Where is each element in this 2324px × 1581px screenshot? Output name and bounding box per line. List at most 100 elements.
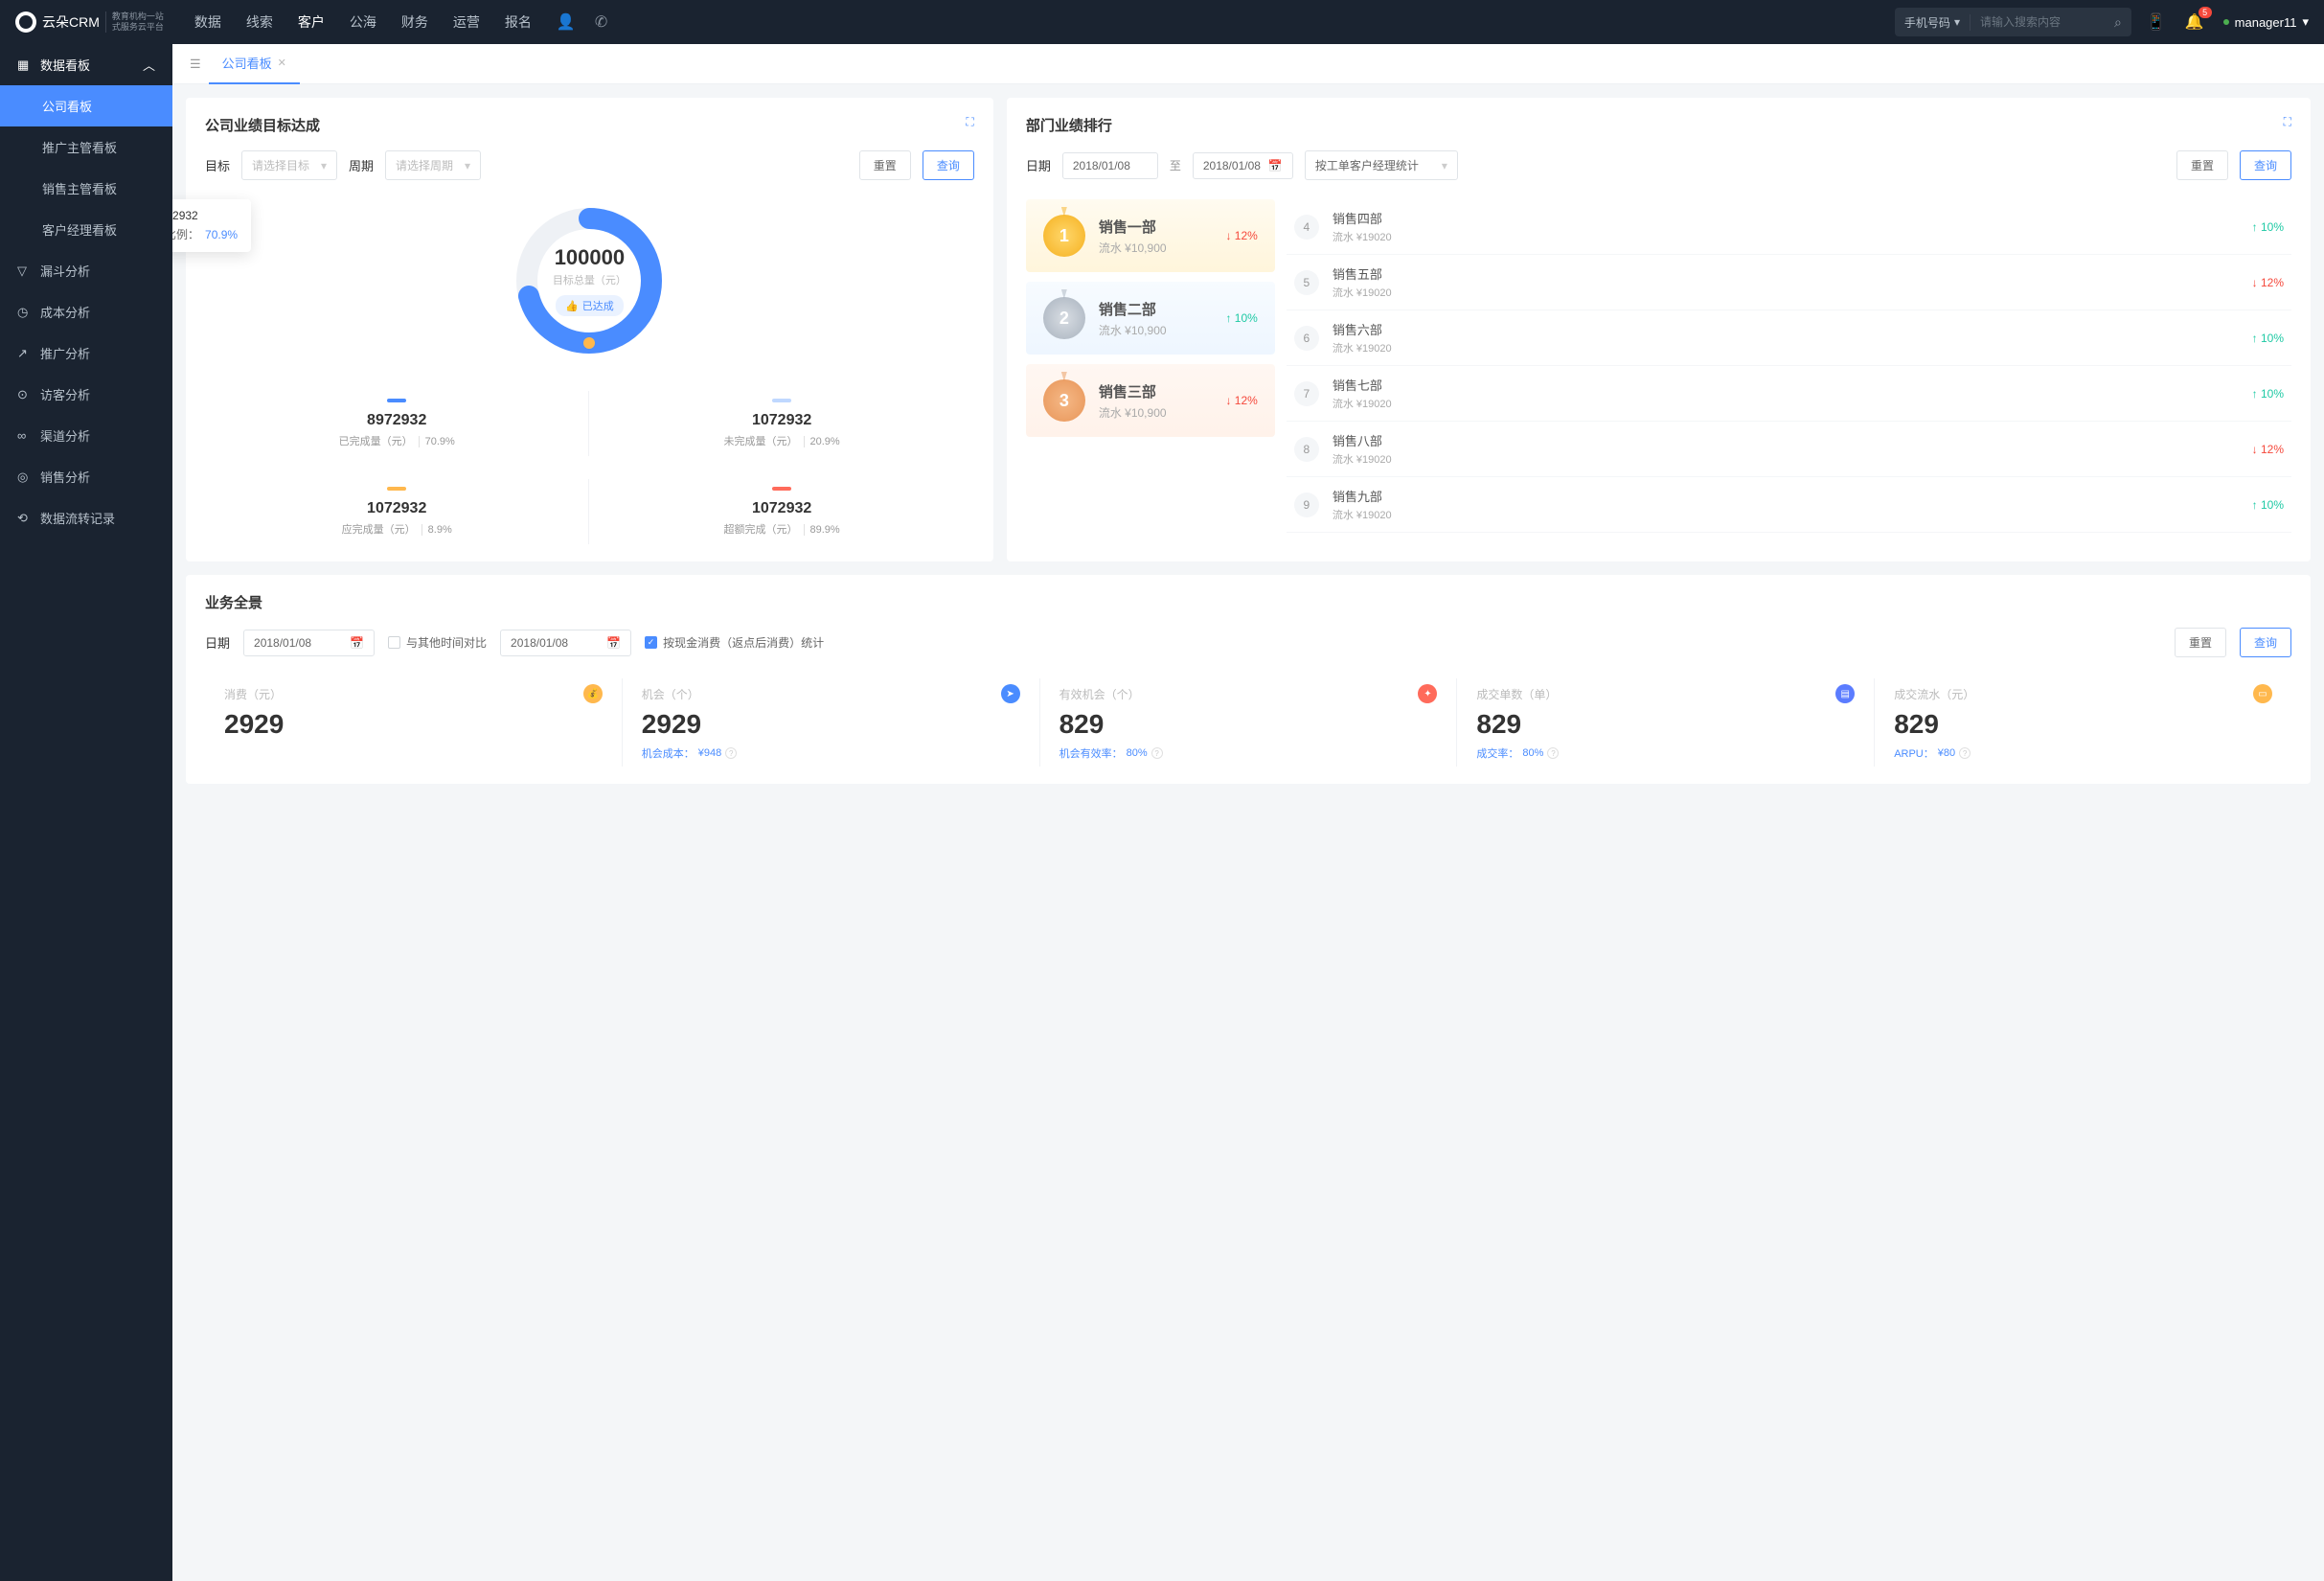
- date-input-1[interactable]: 2018/01/08📅: [243, 630, 375, 656]
- chevron-down-icon: ▾: [2302, 14, 2309, 30]
- nav-item[interactable]: 客户: [298, 12, 325, 32]
- kpi-cell: 有效机会（个）✦829机会有效率：80% ?: [1040, 678, 1458, 767]
- stat-cell: 8972932已完成量（元）70.9%: [205, 391, 589, 456]
- donut-chart: 100000 目标总量（元） 👍已达成: [508, 199, 671, 362]
- medal-icon: 2: [1043, 297, 1085, 339]
- mobile-icon[interactable]: 📱: [2147, 12, 2166, 32]
- sidebar-sub-item[interactable]: 销售主管看板: [0, 168, 172, 209]
- hamburger-icon[interactable]: ☰: [182, 57, 209, 72]
- target-title: 公司业绩目标达成: [205, 115, 974, 135]
- rank-row: 5销售五部流水 ¥19020↓ 12%: [1287, 255, 2291, 310]
- kpi-cell: 消费（元）💰2929: [205, 678, 623, 767]
- search-icon[interactable]: ⌕: [2105, 14, 2131, 31]
- reset-button[interactable]: 重置: [859, 150, 911, 180]
- search-input[interactable]: [1971, 15, 2105, 29]
- logo-icon: [15, 11, 36, 33]
- menu-icon: ◎: [17, 470, 31, 485]
- bell-icon[interactable]: 🔔5: [2185, 12, 2204, 32]
- nav-item[interactable]: 公海: [350, 12, 376, 32]
- notification-badge: 5: [2199, 7, 2212, 18]
- sidebar-sub-item[interactable]: 公司看板: [0, 85, 172, 126]
- tab-bar: ☰ 公司看板 ✕: [172, 44, 2324, 84]
- nav-item[interactable]: 财务: [401, 12, 428, 32]
- stat-cell: 1072932超额完成（元）89.9%: [589, 479, 973, 544]
- reset-button[interactable]: 重置: [2176, 150, 2228, 180]
- date-to-text: 至: [1170, 157, 1181, 173]
- kpi-cell: 机会（个）➤2929机会成本：¥948 ?: [623, 678, 1040, 767]
- help-icon[interactable]: ?: [1151, 747, 1163, 759]
- donut-label: 目标总量（元）: [553, 272, 627, 287]
- nav-items: 数据 线索 客户 公海 财务 运营 报名: [194, 12, 532, 32]
- chevron-down-icon: ▾: [1954, 15, 1960, 29]
- overview-card: 业务全景 日期 2018/01/08📅 与其他时间对比 2018/01/08📅 …: [186, 575, 2311, 784]
- period-select[interactable]: 请选择周期▾: [385, 150, 481, 180]
- sidebar-section-dashboard[interactable]: ▦ 数据看板 ︿: [0, 44, 172, 85]
- menu-icon: ↗: [17, 346, 31, 361]
- top-nav: 云朵CRM 教育机构一站式服务云平台 数据线索客户公海财务运营报名 👤 ✆ 手机…: [0, 0, 2324, 44]
- stat-cell: 1072932未完成量（元）20.9%: [589, 391, 973, 456]
- help-icon[interactable]: ?: [725, 747, 737, 759]
- target-select[interactable]: 请选择目标▾: [241, 150, 337, 180]
- ranking-card: ⛶ 部门业绩排行 日期 2018/01/08 至 2018/01/08📅 按工单…: [1007, 98, 2311, 561]
- chevron-down-icon: ▾: [1442, 159, 1447, 172]
- date-input-2[interactable]: 2018/01/08📅: [500, 630, 631, 656]
- cash-checkbox[interactable]: 按现金消费（返点后消费）统计: [645, 634, 824, 651]
- chevron-down-icon: ▾: [465, 159, 470, 172]
- sidebar-item[interactable]: ⟲数据流转记录: [0, 497, 172, 538]
- query-button[interactable]: 查询: [2240, 150, 2291, 180]
- help-icon[interactable]: ?: [1959, 747, 1971, 759]
- nav-item[interactable]: 线索: [246, 12, 273, 32]
- chevron-down-icon: ▾: [321, 159, 327, 172]
- search-type-select[interactable]: 手机号码▾: [1895, 14, 1971, 31]
- sidebar-item[interactable]: ∞渠道分析: [0, 415, 172, 456]
- expand-icon[interactable]: ⛶: [966, 115, 973, 129]
- medal-icon: 1: [1043, 215, 1085, 257]
- kpi-icon: ▤: [1835, 684, 1855, 703]
- sidebar-sub-item[interactable]: 推广主管看板: [0, 126, 172, 168]
- reset-button[interactable]: 重置: [2175, 628, 2226, 657]
- group-select[interactable]: 按工单客户经理统计▾: [1305, 150, 1458, 180]
- donut-tag: 👍已达成: [556, 295, 624, 316]
- rank-row: 9销售九部流水 ¥19020↑ 10%: [1287, 477, 2291, 533]
- target-card: ⛶ 公司业绩目标达成 目标 请选择目标▾ 周期 请选择周期▾ 重置 查询: [186, 98, 993, 561]
- rank-row: 7销售七部流水 ¥19020↑ 10%: [1287, 366, 2291, 422]
- tab-company-board[interactable]: 公司看板 ✕: [209, 44, 300, 84]
- help-icon[interactable]: ?: [1547, 747, 1559, 759]
- ranking-title: 部门业绩排行: [1026, 115, 2291, 135]
- rank-top-item: 2销售二部流水 ¥10,900↑ 10%: [1026, 282, 1275, 355]
- sidebar-item[interactable]: ⊙访客分析: [0, 374, 172, 415]
- menu-icon: ◷: [17, 305, 31, 320]
- query-button[interactable]: 查询: [2240, 628, 2291, 657]
- close-icon[interactable]: ✕: [278, 57, 286, 69]
- donut-value: 100000: [555, 245, 625, 270]
- sidebar-item[interactable]: ↗推广分析: [0, 332, 172, 374]
- compare-checkbox[interactable]: 与其他时间对比: [388, 634, 487, 651]
- chevron-up-icon: ︿: [143, 56, 155, 74]
- rank-row: 8销售八部流水 ¥19020↓ 12%: [1287, 422, 2291, 477]
- rank-top-item: 1销售一部流水 ¥10,900↓ 12%: [1026, 199, 1275, 272]
- sidebar-item[interactable]: ▽漏斗分析: [0, 250, 172, 291]
- stat-cell: 1072932应完成量（元）8.9%: [205, 479, 589, 544]
- phone-icon[interactable]: ✆: [595, 12, 607, 32]
- contact-icon[interactable]: 👤: [557, 12, 576, 32]
- sidebar-item[interactable]: ◎销售分析: [0, 456, 172, 497]
- menu-icon: ⟲: [17, 511, 31, 526]
- sidebar-sub-item[interactable]: 客户经理看板: [0, 209, 172, 250]
- menu-icon: ∞: [17, 428, 31, 443]
- nav-item[interactable]: 数据: [194, 12, 221, 32]
- date-to[interactable]: 2018/01/08📅: [1193, 152, 1293, 179]
- expand-icon[interactable]: ⛶: [2284, 115, 2291, 129]
- query-button[interactable]: 查询: [923, 150, 974, 180]
- menu-icon: ⊙: [17, 387, 31, 402]
- sidebar: ▦ 数据看板 ︿ 公司看板推广主管看板销售主管看板客户经理看板 ▽漏斗分析◷成本…: [0, 44, 172, 1581]
- calendar-icon: 📅: [350, 636, 364, 650]
- sidebar-item[interactable]: ◷成本分析: [0, 291, 172, 332]
- kpi-icon: ✦: [1418, 684, 1437, 703]
- nav-item[interactable]: 运营: [453, 12, 480, 32]
- nav-item[interactable]: 报名: [505, 12, 532, 32]
- kpi-cell: 成交流水（元）▭829ARPU：¥80 ?: [1875, 678, 2291, 767]
- user-menu[interactable]: manager11 ▾: [2223, 14, 2309, 30]
- dashboard-icon: ▦: [17, 57, 31, 73]
- date-from[interactable]: 2018/01/08: [1062, 152, 1158, 179]
- rank-row: 6销售六部流水 ¥19020↑ 10%: [1287, 310, 2291, 366]
